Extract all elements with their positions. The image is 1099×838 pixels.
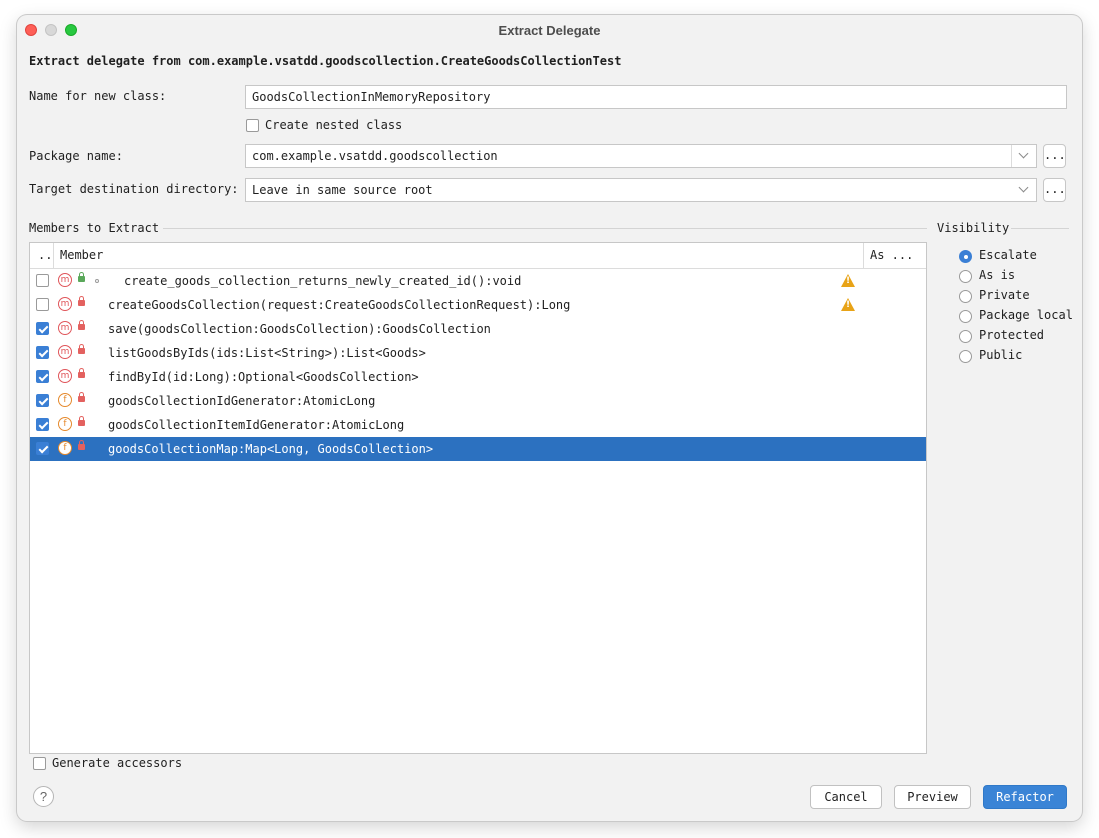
visibility-package-local-radio[interactable] xyxy=(959,310,972,323)
visibility-as-is-label[interactable]: As is xyxy=(979,268,1015,282)
class-name-input[interactable]: GoodsCollectionInMemoryRepository xyxy=(245,85,1067,109)
method-icon: m xyxy=(58,273,72,287)
member-signature: goodsCollectionItemIdGenerator:AtomicLon… xyxy=(108,418,405,432)
create-nested-class-checkbox[interactable] xyxy=(246,119,259,132)
member-signature: goodsCollectionMap:Map<Long, GoodsCollec… xyxy=(108,442,434,456)
visibility-public-radio[interactable] xyxy=(959,350,972,363)
method-icon: m xyxy=(58,369,72,383)
table-row[interactable]: m create_goods_collection_returns_newly_… xyxy=(30,269,926,293)
visibility-escalate-radio[interactable] xyxy=(959,250,972,263)
table-row[interactable]: m createGoodsCollection(request:CreateGo… xyxy=(30,293,926,317)
member-checkbox[interactable] xyxy=(36,322,49,335)
table-row[interactable]: f goodsCollectionIdGenerator:AtomicLong xyxy=(30,389,926,413)
column-header-as[interactable]: As ... xyxy=(870,248,913,262)
visibility-protected-label[interactable]: Protected xyxy=(979,328,1044,342)
member-checkbox[interactable] xyxy=(36,418,49,431)
visibility-public-label[interactable]: Public xyxy=(979,348,1022,362)
visibility-package-local-label[interactable]: Package local xyxy=(979,308,1073,322)
window-title: Extract Delegate xyxy=(498,23,601,38)
package-label: Package name: xyxy=(29,149,123,163)
refactor-button[interactable]: Refactor xyxy=(983,785,1067,809)
field-icon: f xyxy=(58,441,72,455)
method-icon: m xyxy=(58,345,72,359)
target-directory-label: Target destination directory: xyxy=(29,182,239,196)
private-lock-icon xyxy=(78,368,85,378)
visibility-escalate-label[interactable]: Escalate xyxy=(979,248,1037,262)
visibility-private-radio[interactable] xyxy=(959,290,972,303)
member-signature: goodsCollectionIdGenerator:AtomicLong xyxy=(108,394,376,408)
private-lock-icon xyxy=(78,344,85,354)
member-checkbox[interactable] xyxy=(36,298,49,311)
table-row[interactable]: m findById(id:Long):Optional<GoodsCollec… xyxy=(30,365,926,389)
private-lock-icon xyxy=(78,320,85,330)
create-nested-class-label: Create nested class xyxy=(265,118,403,132)
table-row-selected[interactable]: f goodsCollectionMap:Map<Long, GoodsColl… xyxy=(30,437,926,461)
member-checkbox[interactable] xyxy=(36,346,49,359)
title-bar: Extract Delegate xyxy=(17,15,1082,47)
column-header-member[interactable]: Member xyxy=(60,248,103,262)
package-value: com.example.vsatdd.goodscollection xyxy=(252,149,498,163)
visibility-as-is-radio[interactable] xyxy=(959,270,972,283)
member-signature: save(goodsCollection:GoodsCollection):Go… xyxy=(108,322,491,336)
public-lock-icon xyxy=(78,272,85,282)
members-section-label: Members to Extract xyxy=(29,221,160,235)
name-label: Name for new class: xyxy=(29,89,167,103)
private-lock-icon xyxy=(78,416,85,426)
visibility-separator xyxy=(1011,228,1069,229)
generate-accessors-label[interactable]: Generate accessors xyxy=(52,756,182,770)
member-signature: listGoodsByIds(ids:List<String>):List<Go… xyxy=(108,346,426,360)
package-browse-button[interactable]: ... xyxy=(1043,144,1066,168)
generate-accessors-checkbox[interactable] xyxy=(33,757,46,770)
warning-icon: ! xyxy=(841,298,855,311)
visibility-protected-radio[interactable] xyxy=(959,330,972,343)
table-row[interactable]: m save(goodsCollection:GoodsCollection):… xyxy=(30,317,926,341)
field-icon: f xyxy=(58,393,72,407)
override-dot-icon xyxy=(95,279,99,283)
field-icon: f xyxy=(58,417,72,431)
target-directory-combo[interactable]: Leave in same source root xyxy=(245,178,1037,202)
warning-icon: ! xyxy=(841,274,855,287)
dialog-heading: Extract delegate from com.example.vsatdd… xyxy=(29,54,622,68)
chevron-down-icon xyxy=(1018,182,1029,193)
private-lock-icon xyxy=(78,296,85,306)
member-signature: create_goods_collection_returns_newly_cr… xyxy=(124,274,522,288)
package-combo[interactable]: com.example.vsatdd.goodscollection xyxy=(245,144,1037,168)
private-lock-icon xyxy=(78,440,85,450)
table-row[interactable]: f goodsCollectionItemIdGenerator:AtomicL… xyxy=(30,413,926,437)
member-checkbox[interactable] xyxy=(36,370,49,383)
visibility-section-label: Visibility xyxy=(937,221,1010,235)
method-icon: m xyxy=(58,321,72,335)
preview-button[interactable]: Preview xyxy=(894,785,971,809)
chevron-down-icon xyxy=(1018,148,1029,159)
table-header: .. Member As ... xyxy=(30,243,926,269)
column-header-check[interactable]: .. xyxy=(38,248,52,262)
private-lock-icon xyxy=(78,392,85,402)
member-checkbox[interactable] xyxy=(36,394,49,407)
member-checkbox[interactable] xyxy=(36,274,49,287)
method-icon: m xyxy=(58,297,72,311)
help-button[interactable]: ? xyxy=(33,786,54,807)
member-signature: findById(id:Long):Optional<GoodsCollecti… xyxy=(108,370,419,384)
cancel-button[interactable]: Cancel xyxy=(810,785,882,809)
member-signature: createGoodsCollection(request:CreateGood… xyxy=(108,298,571,312)
target-dropdown-button[interactable] xyxy=(1012,179,1036,201)
table-row[interactable]: m listGoodsByIds(ids:List<String>):List<… xyxy=(30,341,926,365)
visibility-private-label[interactable]: Private xyxy=(979,288,1030,302)
member-checkbox[interactable] xyxy=(36,442,49,455)
extract-delegate-dialog: Extract Delegate Extract delegate from c… xyxy=(17,15,1082,821)
target-directory-value: Leave in same source root xyxy=(252,183,433,197)
package-dropdown-button[interactable] xyxy=(1011,145,1036,167)
members-table[interactable]: .. Member As ... m create_goods_collecti… xyxy=(29,242,927,754)
members-separator xyxy=(163,228,927,229)
target-browse-button[interactable]: ... xyxy=(1043,178,1066,202)
column-divider xyxy=(53,243,54,268)
column-divider xyxy=(863,243,864,268)
